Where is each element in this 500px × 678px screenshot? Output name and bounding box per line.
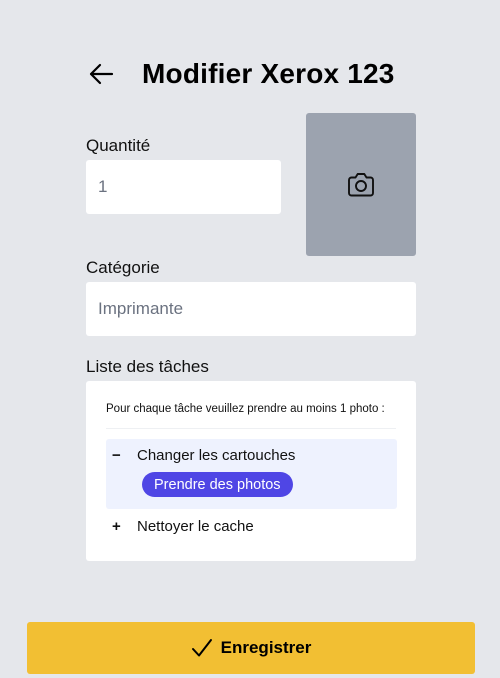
page-title: Modifier Xerox 123 <box>142 58 395 89</box>
page-header: Modifier Xerox 123 <box>86 56 416 92</box>
quantity-label: Quantité <box>86 136 151 155</box>
photo-upload-button[interactable] <box>306 113 416 256</box>
task-label: Nettoyer le cache <box>137 518 254 535</box>
category-label: Catégorie <box>86 258 160 277</box>
tasks-card: Pour chaque tâche veuillez prendre au mo… <box>86 381 416 561</box>
task-item[interactable]: + Nettoyer le cache <box>112 518 254 535</box>
expand-icon: + <box>112 518 121 535</box>
collapse-icon: − <box>112 447 121 464</box>
task-label: Changer les cartouches <box>137 447 296 464</box>
back-button[interactable] <box>86 59 116 89</box>
save-label: Enregistrer <box>220 638 312 657</box>
camera-icon <box>348 172 374 196</box>
tasks-instruction: Pour chaque tâche veuillez prendre au mo… <box>106 403 385 415</box>
tasks-label: Liste des tâches <box>86 357 209 376</box>
take-photos-button[interactable]: Prendre des photos <box>142 472 293 497</box>
check-icon <box>191 639 212 657</box>
quantity-value: 1 <box>98 177 108 196</box>
category-value: Imprimante <box>98 299 184 318</box>
arrow-left-icon <box>89 63 114 85</box>
task-toggle[interactable]: − Changer les cartouches <box>112 447 295 464</box>
task-item-expanded: − Changer les cartouches Prendre des pho… <box>106 439 397 509</box>
category-input[interactable]: Imprimante <box>86 282 416 336</box>
divider <box>106 428 396 429</box>
save-button[interactable]: Enregistrer <box>27 622 475 674</box>
quantity-input[interactable]: 1 <box>86 160 281 214</box>
